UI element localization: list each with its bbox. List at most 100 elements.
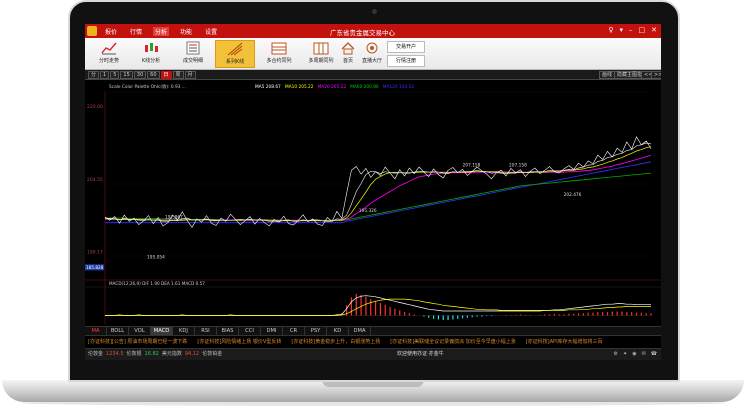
open-account-button[interactable]: 交易开户 xyxy=(387,41,425,53)
main-menu: 报价 行情 分析 功能 设置 xyxy=(103,27,219,36)
laptop-frame: 报价 行情 分析 功能 设置 广东省贵金属交易中心 ♀ ▾ – □ ✕ 分时走势 K线分析 成交明细… xyxy=(0,0,746,407)
toolbar-item-label: 成交明细 xyxy=(182,58,203,64)
multi-contract-icon xyxy=(271,42,287,55)
camera-dot xyxy=(372,9,377,14)
toolbar-item-label: 系列K线 xyxy=(225,59,245,65)
price-annotation: 207.158 xyxy=(463,163,481,169)
macd-legend: MACD(12,26,9) DIF 1.90 DEA 1.61 MACD 0.5… xyxy=(109,281,205,286)
app-logo-icon xyxy=(87,26,97,36)
indicator-tabs: MA BOLL VOL MACD KDJ RSI BIAS CCI DMI CR PSY KD DMA xyxy=(85,326,661,336)
ticker-item[interactable]: [亦证科技]API库存大幅增加将三百 xyxy=(526,336,603,348)
kline-chart[interactable]: 220.00 204.55 189.17 185.828 Scale Color Pal… xyxy=(85,80,661,326)
ticker-item[interactable]: [亦证科技]黄金稳步上升，白银涨势上扬 xyxy=(291,336,380,348)
ma-legend-item: MA5 208.67 xyxy=(255,84,281,90)
ma-legend-item: MA20 205.22 xyxy=(318,84,347,90)
title-bar: 报价 行情 分析 功能 设置 广东省贵金属交易中心 ♀ ▾ – □ ✕ xyxy=(85,24,661,38)
quote-name: 伦敦金 xyxy=(88,351,104,357)
y-tick-label: 189.17 xyxy=(87,250,103,256)
series-kline-icon xyxy=(227,42,243,56)
period-button-2[interactable]: 5 xyxy=(110,71,120,79)
app-window: 报价 行情 分析 功能 设置 广东省贵金属交易中心 ♀ ▾ – □ ✕ 分时走势 K线分析 成交明细… xyxy=(85,24,661,360)
ticker-item[interactable]: [亦证科技]美联储全议记录偏鸽派 加价至今早盘小幅上涨 xyxy=(390,336,516,348)
ticker-item[interactable]: [亦证科技][公告] 原油市场周期已经一波下跌 xyxy=(88,336,187,348)
quote-value: 16.82 xyxy=(144,351,159,357)
period-button-7[interactable]: 周 xyxy=(172,71,184,79)
close-icon[interactable]: ✕ xyxy=(651,26,657,34)
period-button-0[interactable]: 分 xyxy=(88,71,100,79)
settings-icon[interactable]: ⚙ xyxy=(614,349,618,360)
toolbar-item-label: K线分析 xyxy=(141,58,161,64)
main-toolbar: 分时走势 K线分析 成交明细 系列K线 多合约同列 多周期同列 首页 直播大厅 交易开户行情注册 xyxy=(85,38,661,70)
toolbar-home-button[interactable]: 首页 xyxy=(337,40,359,68)
ma-legend-item: MA60 200.86 xyxy=(350,84,379,90)
status-icons: ⚙ ✦ ◉ ✉ ☎ xyxy=(614,349,658,360)
toolbar-series-kline-button[interactable]: 系列K线 xyxy=(215,40,255,68)
quote-name: 伦敦银 xyxy=(126,351,142,357)
scroll-right-button[interactable]: >> xyxy=(651,71,661,79)
price-annotation: 197.867 xyxy=(165,214,183,220)
record-icon[interactable]: ◉ xyxy=(632,349,636,360)
quote-name: 伦敦铂金 xyxy=(202,351,223,357)
user-icon[interactable]: ♀ xyxy=(608,26,613,34)
price-annotation: 202.476 xyxy=(564,192,582,198)
period-button-4[interactable]: 30 xyxy=(133,71,147,79)
period-bar: 分 1 5 15 30 60 日周月 画线 隐藏主图指标 << >> xyxy=(85,70,661,80)
toolbar-trend-line-button[interactable]: 分时走势 xyxy=(89,40,129,68)
status-bar: 伦敦金 1234.5 伦敦银 16.82 美元指数 94.12 伦敦铂金 欢迎使用亦证·亦金… xyxy=(85,348,661,360)
welcome-message: 欢迎使用亦证·亦金牛 xyxy=(397,351,444,357)
quote-register-button[interactable]: 行情注册 xyxy=(387,55,425,67)
menu-item-0[interactable]: 报价 xyxy=(103,27,119,36)
ma-legend-item: MA10 205.22 xyxy=(285,84,314,90)
toolbar-multi-period-button[interactable]: 多周期同列 xyxy=(301,40,341,68)
menu-item-2[interactable]: 分析 xyxy=(153,27,170,36)
toolbar-live-hall-button[interactable]: 直播大厅 xyxy=(361,40,383,68)
multi-period-icon xyxy=(313,42,329,55)
period-button-1[interactable]: 1 xyxy=(100,71,110,79)
transaction-list-icon xyxy=(186,41,200,55)
window-controls: ♀ ▾ – □ ✕ xyxy=(608,26,657,34)
mail-icon[interactable]: ✉ xyxy=(642,349,646,360)
quote-name: 美元指数 xyxy=(161,351,182,357)
star-icon[interactable]: ✦ xyxy=(623,349,627,360)
chart-background xyxy=(85,80,661,326)
news-ticker: [亦证科技][公告] 原油市场周期已经一波下跌 [亦证科技]风险情绪上扬 银价V型… xyxy=(85,335,661,348)
draw-line-button[interactable]: 画线 xyxy=(599,71,616,79)
quote-value: 1234.5 xyxy=(106,351,124,357)
menu-item-1[interactable]: 行情 xyxy=(128,27,144,36)
period-button-3[interactable]: 15 xyxy=(120,71,133,79)
period-selector: 分 1 5 15 30 60 日周月 xyxy=(88,71,196,79)
menu-item-3[interactable]: 功能 xyxy=(178,27,194,36)
toolbar-item-label: 多周期同列 xyxy=(308,58,334,64)
quote-value: 94.12 xyxy=(184,351,200,357)
menu-item-4[interactable]: 设置 xyxy=(203,27,219,36)
toolbar-item-label: 多合约同列 xyxy=(266,58,292,64)
phone-icon[interactable]: ☎ xyxy=(651,349,657,360)
trend-line-icon xyxy=(101,42,117,55)
toolbar-item-label: 分时走势 xyxy=(98,58,119,64)
period-button-6[interactable]: 日 xyxy=(160,71,172,79)
toolbar-multi-contract-button[interactable]: 多合约同列 xyxy=(259,40,299,68)
maximize-icon[interactable]: □ xyxy=(639,26,646,34)
period-button-5[interactable]: 60 xyxy=(147,71,160,79)
price-annotation: 195.054 xyxy=(147,255,165,261)
toolbar-transaction-list-button[interactable]: 成交明细 xyxy=(173,40,213,68)
ma-legend-item: MA120 193.52 xyxy=(383,84,415,90)
price-label: 185.828 xyxy=(86,265,104,270)
minimize-icon[interactable]: – xyxy=(629,26,633,34)
y-tick-label: 204.55 xyxy=(87,177,103,183)
price-annotation: 195.326 xyxy=(359,208,377,214)
period-button-8[interactable]: 月 xyxy=(184,71,196,79)
price-annotation: 207.158 xyxy=(509,163,527,169)
home-icon xyxy=(341,42,355,55)
toolbar-item-label: 直播大厅 xyxy=(361,58,382,64)
toolbar-candlestick-button[interactable]: K线分析 xyxy=(131,40,171,68)
ticker-item[interactable]: [亦证科技]风险情绪上扬 银价V型反转 xyxy=(197,336,281,348)
live-hall-icon xyxy=(366,42,378,54)
y-tick-label: 220.00 xyxy=(87,104,103,110)
dropdown-icon[interactable]: ▾ xyxy=(619,26,623,34)
chart-info-line: Scale Color Palette Ohlc(收): 0.93 ... xyxy=(109,83,186,90)
toolbar-item-label: 首页 xyxy=(342,58,353,64)
window-title: 广东省贵金属交易中心 xyxy=(330,29,395,37)
candlestick-icon xyxy=(145,43,158,52)
market-quotes: 伦敦金 1234.5 伦敦银 16.82 美元指数 94.12 伦敦铂金 xyxy=(88,349,228,360)
